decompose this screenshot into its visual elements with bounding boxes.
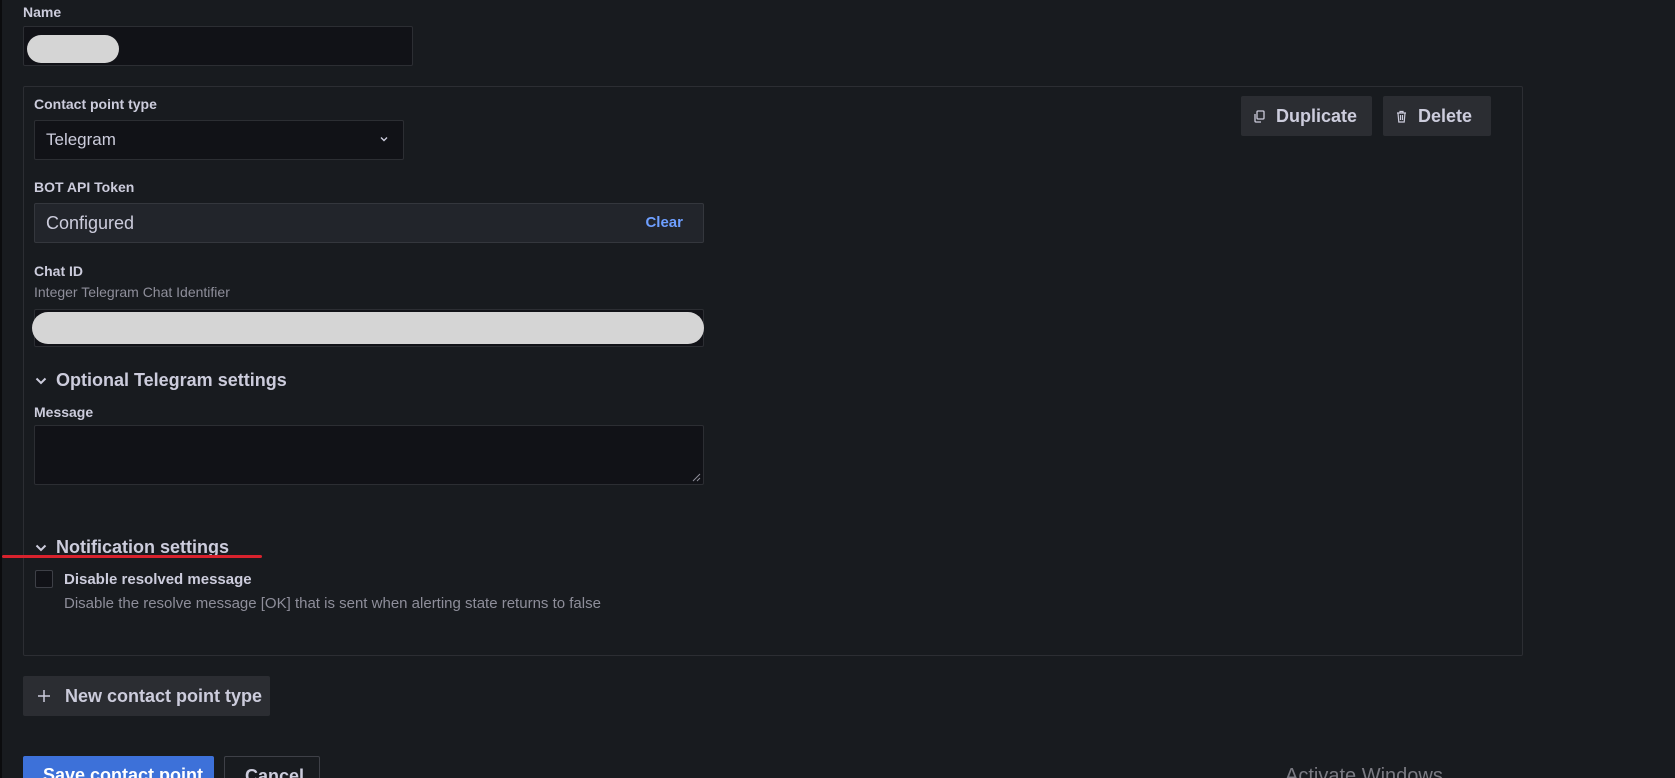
delete-button[interactable]: Delete [1383, 96, 1491, 136]
delete-button-label: Delete [1418, 105, 1473, 126]
contact-point-type-select[interactable]: Telegram [34, 120, 404, 160]
chevron-down-icon [35, 377, 47, 384]
chat-id-description: Integer Telegram Chat Identifier [34, 284, 230, 300]
chevron-down-icon [380, 137, 388, 142]
contact-point-type-value: Telegram [46, 130, 116, 149]
trash-icon [1397, 110, 1406, 123]
duplicate-button-label: Duplicate [1276, 105, 1358, 126]
duplicate-button[interactable]: Duplicate [1241, 96, 1372, 136]
chat-id-input[interactable] [32, 309, 704, 347]
save-contact-point-button[interactable]: Save contact point [23, 756, 214, 778]
duplicate-icon [1254, 109, 1265, 123]
message-label: Message [34, 404, 94, 420]
name-input[interactable] [23, 26, 413, 66]
chevron-down-icon [35, 544, 47, 551]
message-textarea[interactable] [34, 425, 704, 485]
redacted-name-value [27, 35, 119, 63]
clear-token-button[interactable]: Clear [645, 204, 683, 242]
new-contact-point-type-label: New contact point type [65, 685, 263, 706]
bot-token-value: Configured [46, 213, 135, 233]
plus-icon [38, 690, 50, 702]
left-edge-divider [0, 0, 2, 778]
contact-point-type-label: Contact point type [34, 96, 157, 112]
activate-windows-watermark: Activate Windows [1285, 765, 1443, 778]
bot-token-field: Configured Clear [34, 203, 704, 243]
disable-resolved-description: Disable the resolve message [OK] that is… [64, 595, 601, 612]
chat-id-label: Chat ID [34, 263, 83, 279]
cancel-button[interactable]: Cancel [224, 756, 320, 778]
disable-resolved-checkbox[interactable] [35, 570, 53, 588]
redacted-chat-id-value [32, 312, 704, 344]
name-label: Name [23, 4, 62, 20]
optional-telegram-settings-label: Optional Telegram settings [56, 370, 287, 390]
contact-point-form-page: Name Contact point type Telegram Duplica… [0, 0, 1675, 778]
optional-telegram-settings-toggle[interactable]: Optional Telegram settings [34, 370, 287, 391]
resize-grip-icon[interactable] [692, 473, 701, 482]
annotation-underline [2, 555, 262, 558]
new-contact-point-type-button[interactable]: New contact point type [23, 676, 270, 716]
bot-token-label: BOT API Token [34, 179, 135, 195]
disable-resolved-label: Disable resolved message [64, 571, 252, 588]
